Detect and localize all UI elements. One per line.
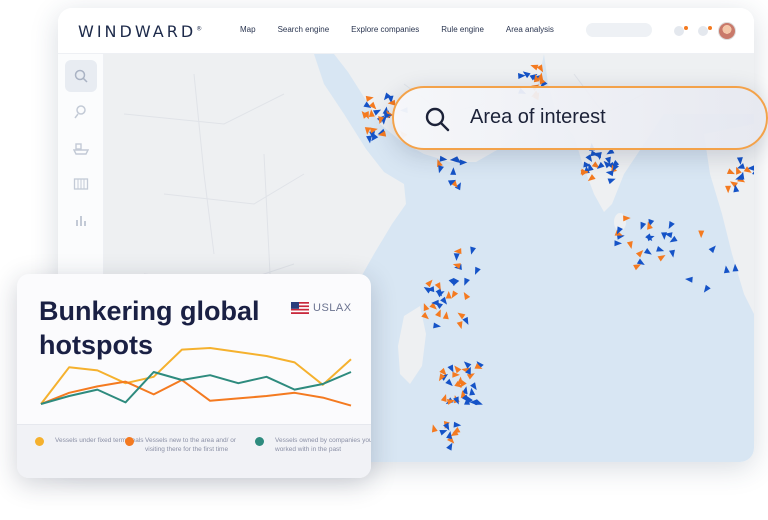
vessel-marker[interactable]	[614, 240, 622, 247]
vessel-marker[interactable]	[445, 291, 452, 299]
area-of-interest-label: Area of interest	[470, 106, 606, 128]
vessel-marker[interactable]	[456, 310, 466, 320]
chart-legend: Vessels under fixed term deals Vessels n…	[17, 424, 371, 478]
vessel-marker[interactable]	[445, 378, 455, 389]
vessel-marker[interactable]	[435, 308, 443, 318]
vessel-marker[interactable]	[698, 230, 705, 239]
avatar[interactable]	[718, 22, 736, 40]
vessel-marker[interactable]	[656, 245, 665, 254]
vessel-marker[interactable]	[457, 376, 464, 385]
main-nav: Map Search engine Explore companies Rule…	[240, 25, 554, 34]
vessel-marker[interactable]	[657, 252, 668, 262]
vessel-marker[interactable]	[450, 167, 457, 175]
vessel-marker[interactable]	[685, 276, 693, 283]
vessel-marker[interactable]	[449, 290, 459, 300]
area-of-interest-search[interactable]: Area of interest	[392, 86, 768, 150]
legend-label: Vessels owned by companies you worked wi…	[275, 437, 371, 453]
vessel-marker[interactable]	[623, 215, 631, 222]
nav-explore-companies[interactable]: Explore companies	[351, 25, 419, 34]
notification-badge	[684, 26, 688, 30]
alerts-icon[interactable]	[698, 26, 708, 36]
vessel-marker[interactable]	[421, 302, 430, 312]
user-search-icon	[74, 105, 86, 119]
legend-dot-teal	[255, 437, 264, 446]
notification-icon[interactable]	[674, 26, 684, 36]
vessel-marker[interactable]	[708, 244, 718, 254]
table-icon	[73, 178, 89, 190]
page: WINDWARD® Map Search engine Explore comp…	[0, 0, 768, 520]
land-madagascar	[398, 306, 426, 384]
top-bar: WINDWARD® Map Search engine Explore comp…	[58, 8, 754, 54]
sidebar-vessels[interactable]	[65, 132, 97, 164]
sidebar-analytics[interactable]	[65, 204, 97, 236]
sidebar-table[interactable]	[65, 168, 97, 200]
nav-search-engine[interactable]: Search engine	[278, 25, 330, 34]
vessel-marker[interactable]	[468, 387, 476, 396]
vessel-marker[interactable]	[626, 241, 635, 250]
vessel-marker[interactable]	[468, 246, 477, 256]
vessel-marker[interactable]	[462, 359, 472, 369]
vessel-marker[interactable]	[461, 277, 470, 287]
bunkering-card: Bunkering global hotspots USLAX Vessels …	[17, 274, 371, 478]
vessel-marker[interactable]	[442, 311, 450, 320]
nav-area-analysis[interactable]: Area analysis	[506, 25, 554, 34]
vessel-marker[interactable]	[433, 322, 441, 329]
vessel-marker[interactable]	[643, 247, 654, 257]
vessel-marker[interactable]	[668, 235, 678, 245]
nav-map[interactable]: Map	[240, 25, 256, 34]
vessel-marker[interactable]	[638, 221, 647, 231]
vessel-marker[interactable]	[666, 221, 675, 230]
search-icon	[74, 69, 88, 83]
nav-rule-engine[interactable]: Rule engine	[441, 25, 484, 34]
port-code[interactable]: USLAX	[313, 302, 352, 314]
sidebar-user-search[interactable]	[65, 96, 97, 128]
vessel-marker[interactable]	[456, 321, 465, 330]
us-flag-icon	[291, 302, 309, 314]
sidebar-search[interactable]	[65, 60, 97, 92]
land-se-asia	[704, 124, 754, 314]
vessel-icon	[73, 143, 89, 155]
search-icon	[425, 107, 450, 132]
vessel-marker[interactable]	[452, 371, 460, 378]
vessel-marker[interactable]	[701, 284, 711, 295]
bar-chart-icon	[76, 216, 86, 226]
global-search-input[interactable]	[586, 23, 652, 37]
vessel-marker[interactable]	[364, 127, 371, 135]
vessel-marker[interactable]	[461, 290, 471, 300]
legend-label: Vessels under fixed term deals	[55, 437, 144, 444]
vessel-marker[interactable]	[430, 424, 438, 433]
windward-logo[interactable]: WINDWARD®	[78, 22, 202, 41]
legend-dot-yellow	[35, 437, 44, 446]
vessel-marker[interactable]	[635, 248, 646, 258]
chart-series-line-0	[40, 347, 352, 405]
vessel-marker[interactable]	[723, 265, 730, 274]
vessel-marker[interactable]	[425, 278, 434, 288]
vessel-marker[interactable]	[472, 266, 481, 276]
legend-label: Vessels new to the area and/ or visiting…	[145, 437, 237, 453]
vessel-marker[interactable]	[453, 253, 460, 261]
hotspot-chart	[40, 347, 352, 407]
alerts-badge	[708, 26, 712, 30]
legend-dot-orange	[125, 437, 134, 446]
vessel-marker[interactable]	[669, 249, 676, 258]
vessel-marker[interactable]	[462, 316, 471, 326]
